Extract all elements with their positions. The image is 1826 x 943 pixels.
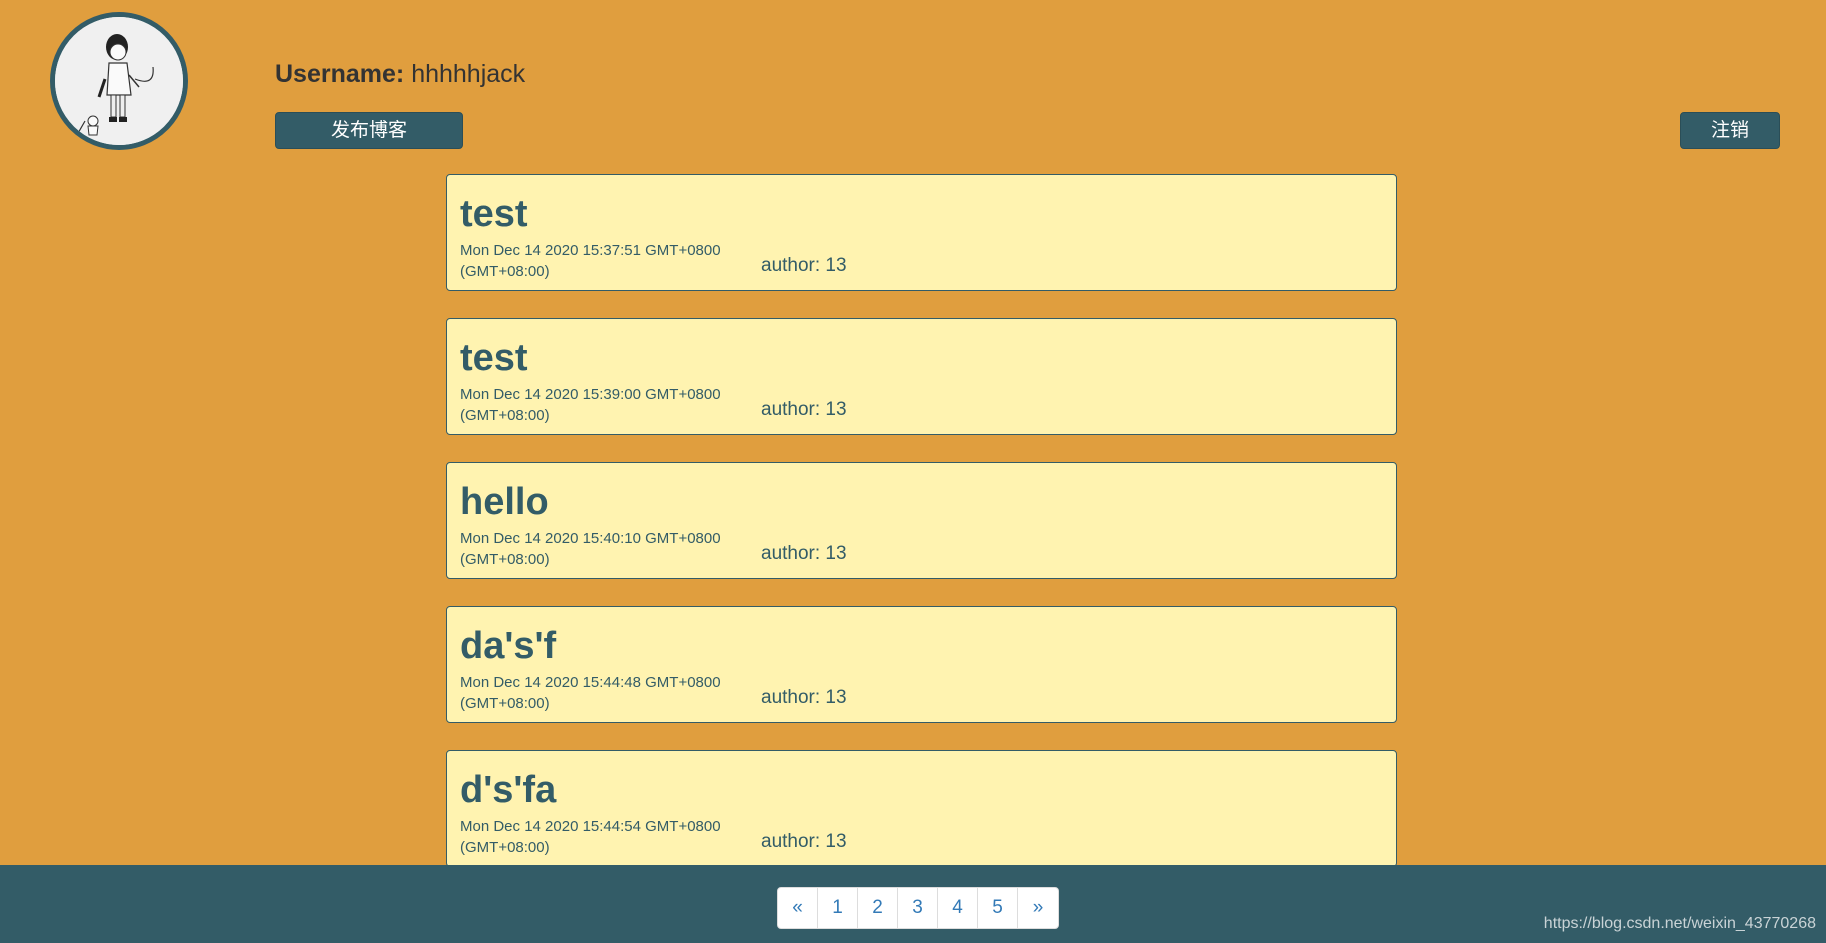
post-date: Mon Dec 14 2020 15:44:54 GMT+0800 (GMT+0… xyxy=(460,818,721,856)
username-label: Username: xyxy=(275,60,405,88)
watermark-text: https://blog.csdn.net/weixin_43770268 xyxy=(1543,915,1816,932)
pagination-prev-button[interactable]: « xyxy=(778,888,818,928)
footer-bar: « 1 2 3 4 5 » https://blog.csdn.net/weix… xyxy=(0,865,1826,943)
post-card[interactable]: test Mon Dec 14 2020 15:39:00 GMT+0800 (… xyxy=(446,318,1397,435)
post-card[interactable]: test Mon Dec 14 2020 15:37:51 GMT+0800 (… xyxy=(446,174,1397,291)
avatar-illustration-icon xyxy=(55,17,183,145)
post-date: Mon Dec 14 2020 15:39:00 GMT+0800 (GMT+0… xyxy=(460,386,721,424)
username-value: hhhhhjack xyxy=(411,60,526,88)
post-date: Mon Dec 14 2020 15:44:48 GMT+0800 (GMT+0… xyxy=(460,674,721,712)
pagination-page-3[interactable]: 3 xyxy=(898,888,938,928)
post-list: test Mon Dec 14 2020 15:37:51 GMT+0800 (… xyxy=(446,174,1397,894)
post-title[interactable]: test xyxy=(460,337,528,379)
post-author: author: 13 xyxy=(761,543,847,564)
pagination-page-1[interactable]: 1 xyxy=(818,888,858,928)
post-card[interactable]: hello Mon Dec 14 2020 15:40:10 GMT+0800 … xyxy=(446,462,1397,579)
post-date: Mon Dec 14 2020 15:37:51 GMT+0800 (GMT+0… xyxy=(460,242,721,280)
post-card[interactable]: d's'fa Mon Dec 14 2020 15:44:54 GMT+0800… xyxy=(446,750,1397,867)
post-author: author: 13 xyxy=(761,687,847,708)
post-title[interactable]: da's'f xyxy=(460,625,556,667)
pagination-page-2[interactable]: 2 xyxy=(858,888,898,928)
username-display: Username: hhhhhjack xyxy=(275,58,525,90)
post-author: author: 13 xyxy=(761,399,847,420)
logout-button[interactable]: 注销 xyxy=(1680,112,1780,149)
pagination-page-5[interactable]: 5 xyxy=(978,888,1018,928)
publish-blog-button[interactable]: 发布博客 xyxy=(275,112,463,149)
pagination-page-4[interactable]: 4 xyxy=(938,888,978,928)
post-author: author: 13 xyxy=(761,255,847,276)
pagination-next-button[interactable]: » xyxy=(1018,888,1058,928)
post-date: Mon Dec 14 2020 15:40:10 GMT+0800 (GMT+0… xyxy=(460,530,721,568)
post-title[interactable]: test xyxy=(460,193,528,235)
pagination: « 1 2 3 4 5 » xyxy=(777,887,1059,929)
avatar[interactable] xyxy=(50,12,188,150)
post-card[interactable]: da's'f Mon Dec 14 2020 15:44:48 GMT+0800… xyxy=(446,606,1397,723)
post-author: author: 13 xyxy=(761,831,847,852)
post-title[interactable]: hello xyxy=(460,481,549,523)
post-title[interactable]: d's'fa xyxy=(460,769,556,811)
